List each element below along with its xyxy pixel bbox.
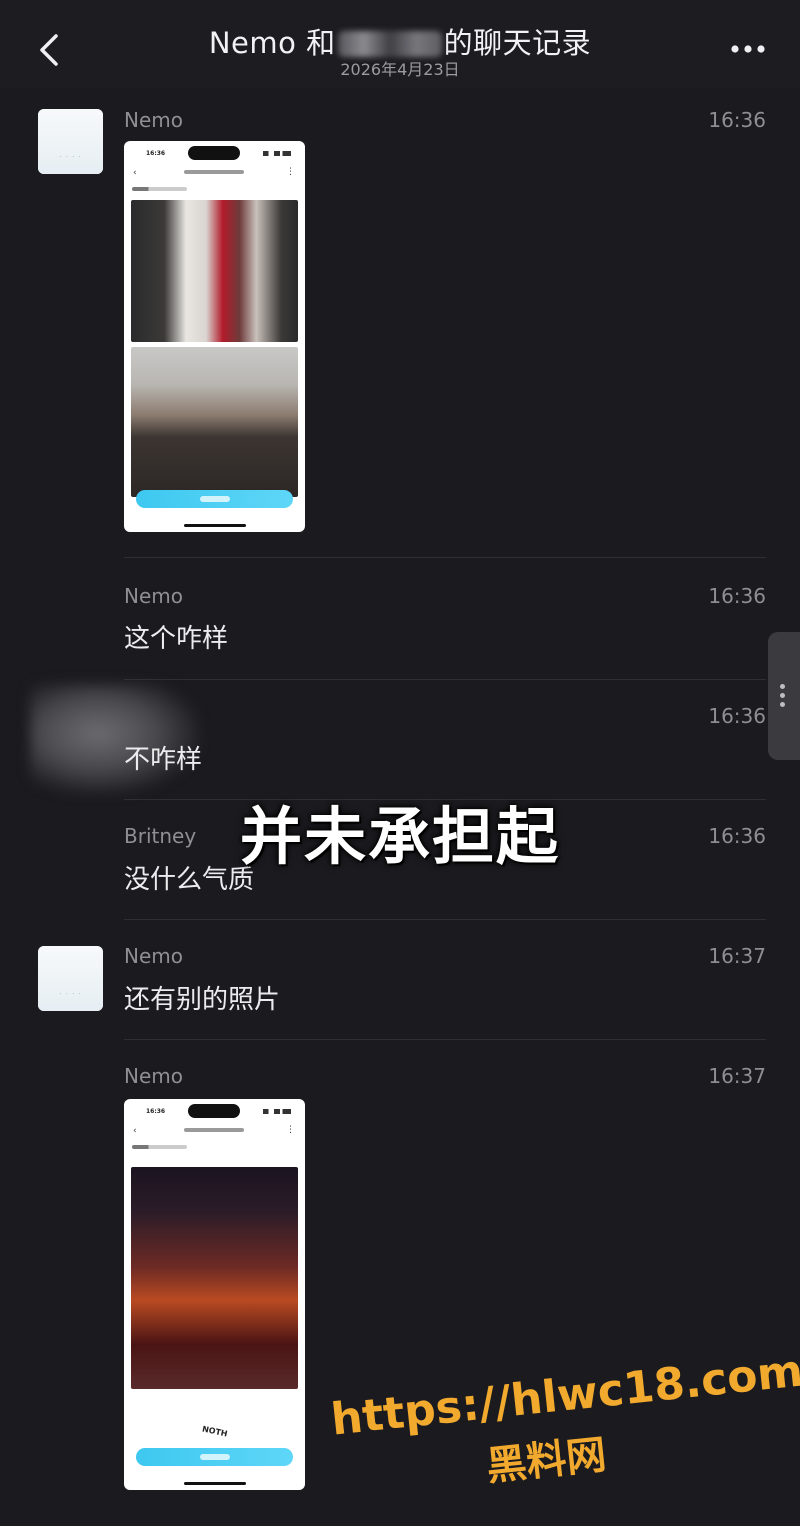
avatar[interactable]: · · · · (38, 946, 103, 1011)
message-time: 16:36 (708, 704, 766, 728)
message-item: · · · · Nemo 16:37 还有别的照片 (0, 922, 800, 1040)
title-suffix: 的聊天记录 (443, 26, 592, 60)
message-item: · · · · Nemo 16:36 16:36 ‹ ⋮ (0, 100, 800, 560)
message-time: 16:37 (708, 1064, 766, 1088)
avatar[interactable]: · · · · (38, 109, 103, 174)
signature-text: NOTH (201, 1424, 229, 1439)
message-item: Nemo 16:36 这个咋样 (0, 560, 800, 680)
divider (124, 919, 766, 920)
photo (131, 200, 298, 342)
message-sender: Nemo (124, 1064, 183, 1088)
message-text[interactable]: 这个咋样 (124, 618, 228, 655)
chat-date: 2026年4月23日 (340, 60, 460, 79)
photo (131, 1167, 298, 1389)
message-sender: Nemo (124, 108, 183, 132)
screenshot-image[interactable]: 16:36 ‹ ⋮ NOTH (124, 1099, 305, 1490)
message-text[interactable]: 还有别的照片 (124, 979, 280, 1016)
message-item: Nemo 16:37 16:36 ‹ ⋮ NOTH (0, 1042, 800, 1526)
more-horizontal-icon[interactable] (730, 44, 766, 54)
video-caption: 并未承担起 (239, 800, 560, 873)
message-item: 16:36 不咋样 (0, 682, 800, 800)
scroll-handle[interactable] (768, 632, 800, 760)
divider (124, 1039, 766, 1040)
redacted-name (337, 31, 442, 57)
divider (124, 557, 766, 558)
message-text[interactable]: 不咋样 (124, 739, 202, 776)
divider (124, 679, 766, 680)
message-sender: Nemo (124, 584, 183, 608)
message-time: 16:36 (708, 584, 766, 608)
title-prefix: Nemo 和 (208, 26, 336, 60)
message-time: 16:37 (708, 944, 766, 968)
screenshot-image[interactable]: 16:36 ‹ ⋮ (124, 141, 305, 532)
message-sender: Nemo (124, 944, 183, 968)
message-time: 16:36 (708, 108, 766, 132)
photo (131, 347, 298, 497)
chat-header: Nemo 和 的聊天记录 2026年4月23日 (0, 0, 800, 88)
